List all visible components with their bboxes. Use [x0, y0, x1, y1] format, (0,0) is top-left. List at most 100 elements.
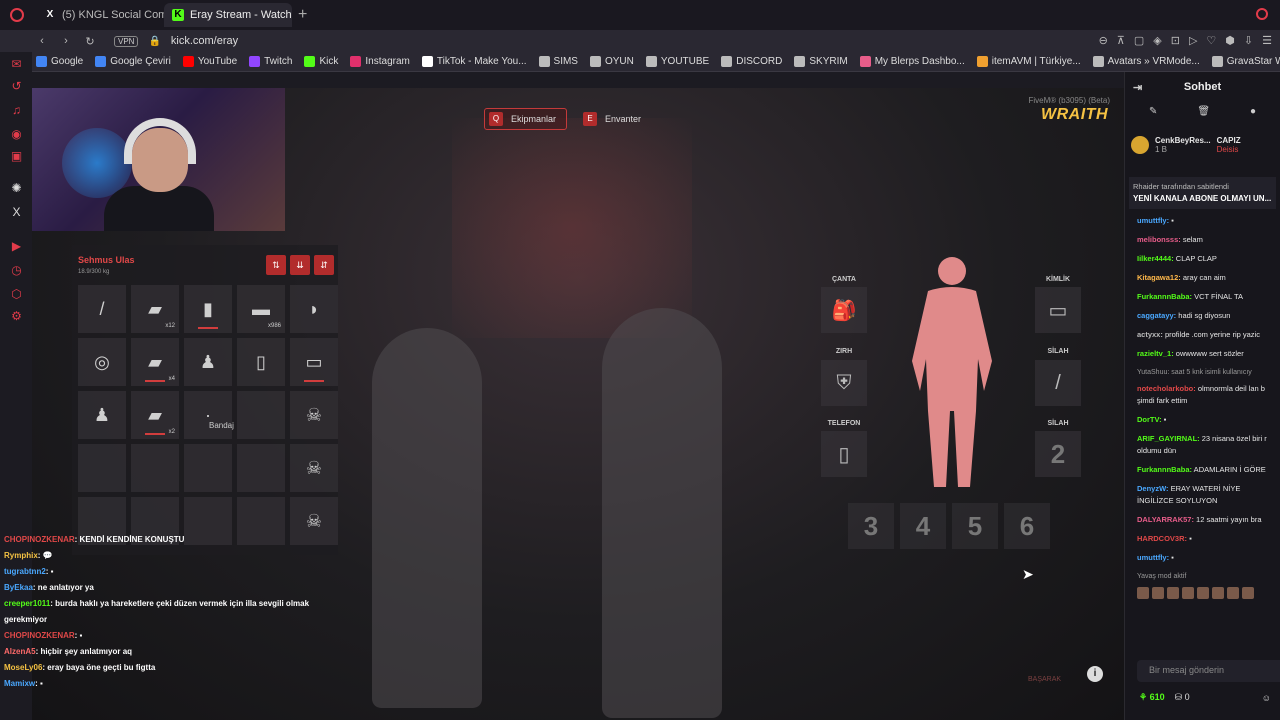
phone-slot[interactable]: ▯: [821, 431, 867, 477]
hotbar-slot[interactable]: 4: [900, 503, 946, 549]
emote-icon[interactable]: ☺: [1262, 693, 1271, 703]
bookmark-item[interactable]: Avatars » VRMode...: [1092, 56, 1200, 67]
bookmark-item[interactable]: SKYRIM: [794, 56, 848, 67]
url-field[interactable]: kick.com/eray: [171, 35, 238, 47]
inventory-slot[interactable]: ♟: [184, 338, 232, 386]
shield-icon[interactable]: ◈: [1153, 34, 1161, 47]
inventory-slot[interactable]: ☠: [290, 444, 338, 492]
chat-bubble-icon[interactable]: ●: [1250, 106, 1256, 117]
forward-icon[interactable]: ›: [60, 35, 72, 47]
inventory-slot[interactable]: /: [78, 285, 126, 333]
weapon2-slot[interactable]: 2: [1035, 431, 1081, 477]
messenger-icon[interactable]: ◉: [10, 128, 23, 141]
gift-user-2[interactable]: CAPIZ: [1217, 136, 1241, 145]
pinned-message[interactable]: Rhaider tarafından sabitlendi YENİ KANAL…: [1129, 177, 1276, 209]
bookmark-item[interactable]: Google Çeviri: [95, 56, 171, 67]
inventory-slot[interactable]: ◎: [78, 338, 126, 386]
tab-eray[interactable]: K Eray Stream - Watch L ×: [164, 3, 292, 27]
bookmark-item[interactable]: YouTube: [182, 56, 237, 67]
chat-username[interactable]: HARDCOV3R:: [1137, 534, 1187, 543]
chat-username[interactable]: Kitagawa12:: [1137, 273, 1181, 282]
bag-slot[interactable]: 🎒: [821, 287, 867, 333]
tab-kngl[interactable]: X (5) KNGL Social Commun ×: [36, 3, 164, 27]
bookmark-item[interactable]: Google: [36, 56, 83, 67]
inventory-slot[interactable]: ▯: [237, 338, 285, 386]
weapon1-slot[interactable]: /: [1035, 360, 1081, 406]
lock-icon[interactable]: 🔒: [148, 36, 160, 47]
inventory-slot[interactable]: [237, 391, 285, 439]
x-icon[interactable]: X: [10, 206, 23, 219]
inventory-slot[interactable]: ▭: [290, 338, 338, 386]
chat-username[interactable]: umuttfly:: [1137, 216, 1169, 225]
tab-equipment[interactable]: Q Ekipmanlar: [484, 108, 568, 130]
inventory-slot[interactable]: [131, 444, 179, 492]
bookmark-item[interactable]: Twitch: [249, 56, 292, 67]
opera-logo-icon[interactable]: [10, 8, 24, 22]
menu-icon[interactable]: ☰: [1262, 34, 1272, 47]
inventory-slot[interactable]: ▰ x2: [131, 391, 179, 439]
inventory-slot[interactable]: ·: [184, 391, 232, 439]
badges[interactable]: ⛁ 0: [1175, 692, 1190, 703]
clock-icon[interactable]: ◷: [10, 264, 23, 277]
channel-points[interactable]: ⚘ 610: [1139, 692, 1165, 703]
reload-icon[interactable]: ↻: [84, 35, 96, 48]
zoom-icon[interactable]: ⊖: [1099, 34, 1108, 47]
bookmark-item[interactable]: GravaStar Web-ba...: [1211, 56, 1280, 67]
chat-username[interactable]: DenyzW:: [1137, 484, 1169, 493]
chat-username[interactable]: notecholarkobo:: [1137, 384, 1196, 393]
chat-username[interactable]: caggatayy:: [1137, 311, 1176, 320]
gift-user[interactable]: CenkBeyRes...: [1155, 136, 1211, 145]
chat-username[interactable]: razieltv_1:: [1137, 349, 1174, 358]
vpn-badge[interactable]: VPN: [114, 35, 139, 47]
chat-username[interactable]: DorTV:: [1137, 415, 1162, 424]
chat-username[interactable]: FurkannnBaba:: [1137, 292, 1192, 301]
bookmark-item[interactable]: Kick: [304, 56, 338, 67]
heart-icon[interactable]: ♡: [1206, 34, 1216, 47]
sort-button[interactable]: ⇊: [290, 255, 310, 275]
hotbar-slot[interactable]: 3: [848, 503, 894, 549]
chat-username[interactable]: umuttfly:: [1137, 553, 1169, 562]
inventory-slot[interactable]: ▰ x12: [131, 285, 179, 333]
tab-inventory[interactable]: E Envanter: [579, 108, 651, 130]
inventory-slot[interactable]: [78, 444, 126, 492]
chat-username[interactable]: Iilker4444:: [1137, 254, 1174, 263]
inventory-slot[interactable]: ▬ x986: [237, 285, 285, 333]
send-icon[interactable]: ▷: [1189, 34, 1197, 47]
bookmark-item[interactable]: TikTok - Make You...: [421, 56, 527, 67]
inventory-slot[interactable]: [237, 444, 285, 492]
bookmark-item[interactable]: DISCORD: [721, 56, 782, 67]
player-icon[interactable]: ▶: [10, 240, 23, 253]
screenshot-icon[interactable]: ▢: [1134, 34, 1144, 47]
trash-icon[interactable]: 🗑: [1197, 106, 1210, 117]
settings-icon[interactable]: ⚙: [10, 310, 23, 323]
inventory-slot[interactable]: ☠: [290, 391, 338, 439]
inventory-slot[interactable]: ◗: [290, 285, 338, 333]
chat-username[interactable]: melibonsss:: [1137, 235, 1181, 244]
bookmark-item[interactable]: My Blerps Dashbo...: [859, 56, 965, 67]
chatgpt-icon[interactable]: ✺: [10, 182, 23, 195]
id-slot[interactable]: ▭: [1035, 287, 1081, 333]
bookmark-item[interactable]: OYUN: [589, 56, 634, 67]
search-tabs-icon[interactable]: [1256, 8, 1268, 20]
armor-slot[interactable]: ⛨: [821, 360, 867, 406]
snapshot-icon[interactable]: ⊡: [1171, 34, 1180, 47]
new-tab-button[interactable]: +: [298, 6, 307, 24]
bookmark-item[interactable]: SIMS: [538, 56, 578, 67]
bookmark-item[interactable]: Instagram: [350, 56, 410, 67]
sort-button[interactable]: ⇵: [314, 255, 334, 275]
mail-icon[interactable]: ✉: [10, 58, 23, 71]
back-icon[interactable]: ‹: [36, 35, 48, 47]
inventory-slot[interactable]: ▰ x4: [131, 338, 179, 386]
chat-username[interactable]: DALYARRAK57:: [1137, 515, 1194, 524]
pin-icon[interactable]: ⊼: [1117, 34, 1125, 47]
inventory-slot[interactable]: ▮: [184, 285, 232, 333]
bookmark-item[interactable]: itemAVM | Türkiye...: [976, 56, 1081, 67]
sort-button[interactable]: ⇅: [266, 255, 286, 275]
chat-input[interactable]: Bir mesaj gönderin: [1137, 660, 1280, 682]
history-icon[interactable]: ↺: [10, 80, 23, 93]
hotbar-slot[interactable]: 5: [952, 503, 998, 549]
hotbar-slot[interactable]: 6: [1004, 503, 1050, 549]
extensions-icon[interactable]: ⬢: [1225, 34, 1235, 47]
collapse-chat-icon[interactable]: ⇥: [1133, 81, 1142, 94]
bookmark-icon[interactable]: ▣: [10, 150, 23, 163]
